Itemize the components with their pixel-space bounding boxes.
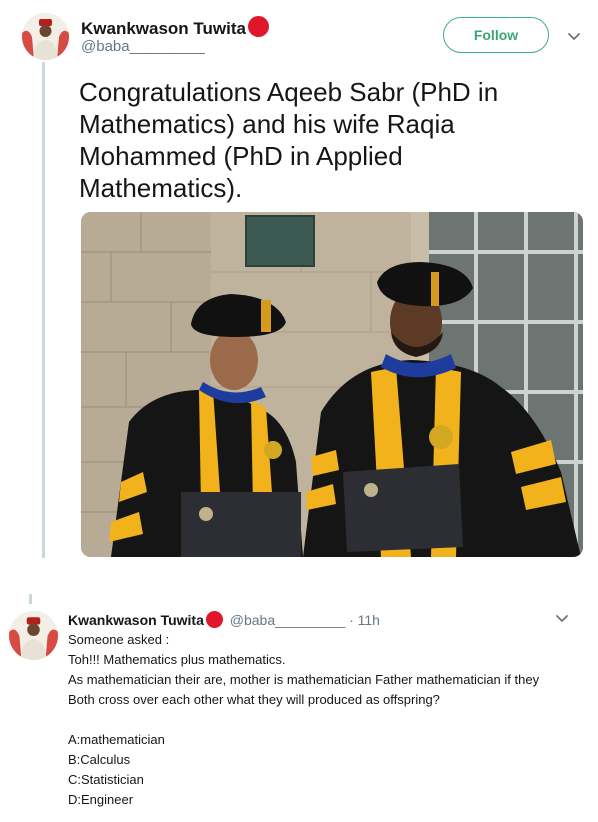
reply-line: C:Statistician — [68, 772, 144, 787]
author-name-text[interactable]: Kwankwason Tuwita — [81, 19, 246, 38]
reply-line: D:Engineer — [68, 792, 134, 807]
reply-line — [68, 710, 568, 730]
avatar[interactable] — [22, 13, 69, 60]
reply-header: Kwankwason Tuwita @baba_________ · 11h — [68, 611, 380, 628]
reply-line: B:Calculus — [68, 752, 131, 767]
reply-author-handle[interactable]: @baba_________ — [230, 612, 345, 628]
chevron-down-icon[interactable] — [567, 30, 581, 44]
red-circle-badge — [205, 611, 223, 628]
red-circle-badge — [248, 16, 269, 37]
chevron-down-icon[interactable] — [555, 612, 569, 626]
reply-text: Someone asked : Toh!!! Mathematics plus … — [68, 630, 568, 810]
tweet-photo[interactable] — [81, 212, 583, 557]
author-handle[interactable]: @baba_________ — [81, 38, 205, 55]
reply-author-name[interactable]: Kwankwason Tuwita — [68, 612, 204, 628]
reply-line: As mathematician their are, mother is ma… — [68, 672, 540, 707]
reply-line: A:mathematician — [68, 732, 165, 747]
reply-timestamp[interactable]: · 11h — [349, 612, 380, 628]
tweet-text: Congratulations Aqeeb Sabr (PhD in Mathe… — [79, 77, 499, 203]
thread-connector-line — [42, 62, 45, 558]
reply-line: Someone asked : — [68, 632, 170, 647]
reply-line: Toh!!! Mathematics plus mathematics. — [68, 652, 286, 667]
avatar[interactable] — [9, 611, 58, 660]
follow-button[interactable]: Follow — [443, 17, 549, 53]
author-name[interactable]: Kwankwason Tuwita — [81, 16, 269, 39]
thread-connector-line — [29, 594, 32, 604]
